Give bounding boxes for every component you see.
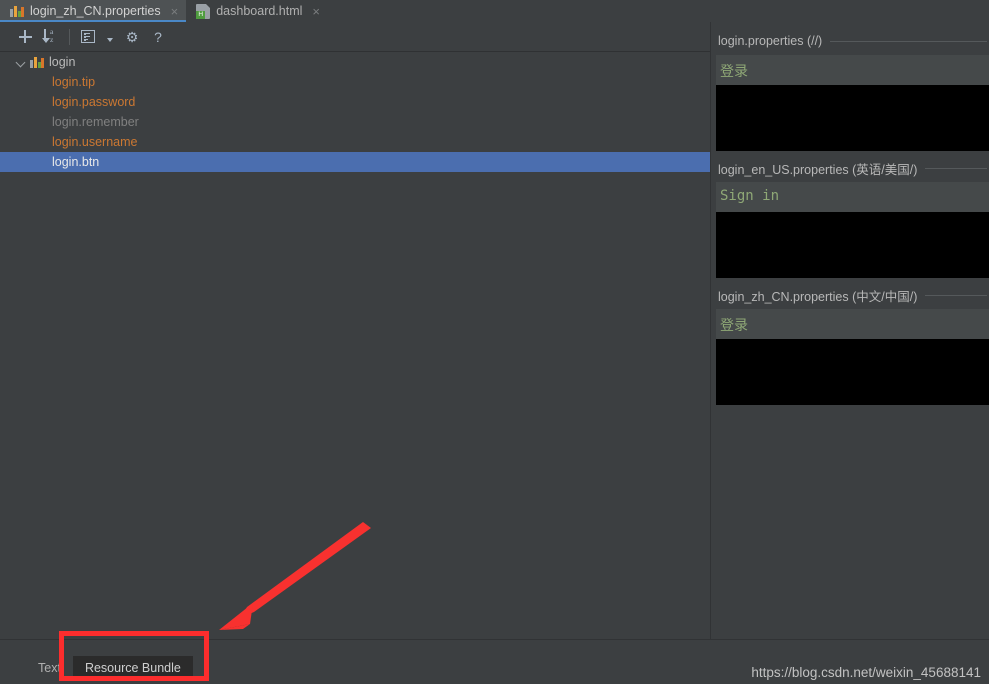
editor-mode-tab-bar: Text Resource Bundle https://blog.csdn.n… [0,639,989,684]
tab-label: Resource Bundle [84,661,181,675]
question-mark-icon: ? [154,28,162,45]
tab-dashboard-html[interactable]: H dashboard.html × [186,0,328,22]
tree-root-login[interactable]: login [0,52,710,72]
tree-item-login-btn[interactable]: login.btn [0,152,710,172]
html-file-icon: H [196,3,211,19]
value-editor-en-us[interactable]: Sign in [716,182,989,278]
settings-button[interactable]: ⚙ [119,25,145,49]
translation-preview-panel: login.properties (//) 登录 login_en_US.pro… [716,22,989,662]
tab-label: dashboard.html [216,4,303,18]
header-divider [830,40,987,42]
preview-header: login_en_US.properties (英语/美国/) [716,159,989,177]
tree-item-login-tip[interactable]: login.tip [0,72,710,92]
value-editor-zh-cn[interactable]: 登录 [716,309,989,405]
help-button[interactable]: ? [145,25,171,49]
editor-empty-area[interactable] [716,85,989,151]
sort-alphabetically-button[interactable]: a z [38,25,64,49]
preview-header: login.properties (//) [716,32,989,50]
sort-letter-z: z [50,35,54,44]
tree-item-label: login.tip [52,75,96,89]
tree-item-label: login.username [52,135,138,149]
value-editor-default[interactable]: 登录 [716,55,989,151]
editor-empty-area[interactable] [716,212,989,278]
show-properties-button[interactable] [75,25,101,49]
resource-bundle-icon [30,55,44,69]
tree-item-label: login.remember [52,115,139,129]
value-text: 登录 [720,318,748,334]
value-text: 登录 [720,64,748,80]
tree-item-label: login.password [52,95,136,109]
header-divider [925,167,987,169]
chevron-down-icon[interactable] [14,55,28,69]
toolbar-divider [69,28,70,45]
preview-block-default: login.properties (//) 登录 [716,32,989,151]
property-key-tree[interactable]: login login.tip login.password login.rem… [0,52,710,640]
resource-bundle-icon [10,4,24,18]
preview-title: login.properties (//) [718,34,823,48]
tree-root-label: login [49,55,76,69]
tree-item-login-username[interactable]: login.username [0,132,710,152]
editor-tab-bar: login_zh_CN.properties × H dashboard.htm… [0,0,989,22]
tree-item-label: login.btn [52,155,100,169]
close-icon[interactable]: × [171,5,179,18]
value-text: Sign in [720,188,780,204]
tab-label: login_zh_CN.properties [30,4,161,18]
editor-empty-area[interactable] [716,339,989,405]
tree-item-login-remember[interactable]: login.remember [0,112,710,132]
editor-mode-tabs: Text Resource Bundle [26,656,193,680]
html-badge: H [196,10,206,19]
more-options-button[interactable] [101,25,119,49]
bundle-toolbar: a z ⚙ ? [0,22,710,52]
list-properties-icon [81,30,95,43]
preview-block-zh-cn: login_zh_CN.properties (中文/中国/) 登录 [716,286,989,405]
tab-label: Text [38,661,61,675]
tab-text[interactable]: Text [26,656,73,680]
gear-icon: ⚙ [125,28,139,45]
idea-resource-bundle-editor: login_zh_CN.properties × H dashboard.htm… [0,0,989,684]
sort-az-icon: a z [42,28,59,44]
tree-item-login-password[interactable]: login.password [0,92,710,112]
watermark-url: https://blog.csdn.net/weixin_45688141 [751,665,981,680]
preview-header: login_zh_CN.properties (中文/中国/) [716,286,989,304]
tab-login-zh-cn-properties[interactable]: login_zh_CN.properties × [0,0,187,22]
preview-title: login_zh_CN.properties (中文/中国/) [718,289,918,304]
add-property-button[interactable] [12,25,38,49]
chevron-down-icon [107,38,113,42]
header-divider [925,294,987,296]
preview-block-en-us: login_en_US.properties (英语/美国/) Sign in [716,159,989,278]
tab-resource-bundle[interactable]: Resource Bundle [72,656,193,680]
plus-icon [18,30,32,43]
close-icon[interactable]: × [312,5,320,18]
preview-title: login_en_US.properties (英语/美国/) [718,162,918,177]
